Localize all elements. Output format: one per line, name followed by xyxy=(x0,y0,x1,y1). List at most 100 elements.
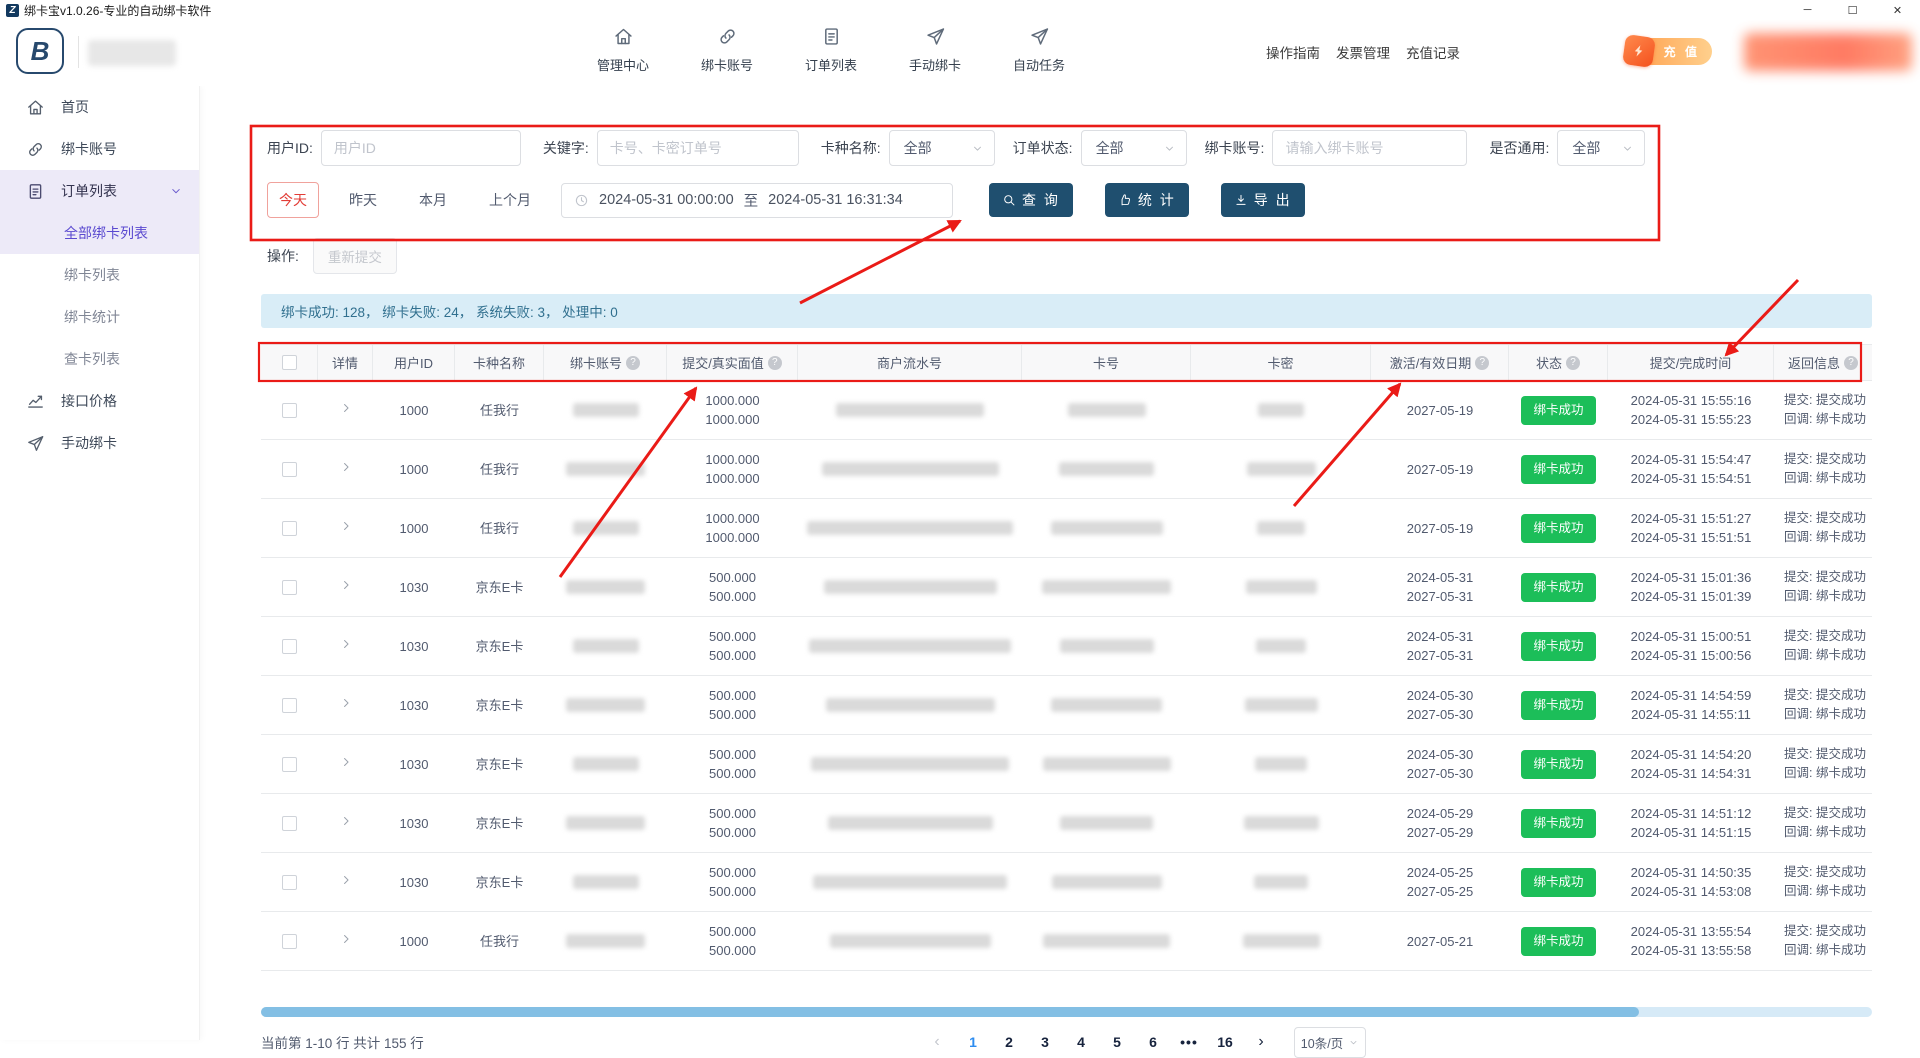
row-checkbox[interactable] xyxy=(282,521,297,536)
document-icon xyxy=(821,26,842,52)
chevron-right-icon[interactable] xyxy=(339,755,353,774)
scrollbar-thumb[interactable] xyxy=(261,1007,1639,1017)
date-range-input[interactable]: 2024-05-31 00:00:00 至 2024-05-31 16:31:3… xyxy=(561,183,953,218)
next-page-button[interactable]: › xyxy=(1245,1026,1277,1058)
sidebar-item-2[interactable]: 绑卡账号 xyxy=(0,128,199,170)
status-badge[interactable]: 绑卡成功 xyxy=(1521,632,1595,661)
cell-bind-account-masked xyxy=(566,580,645,594)
row-checkbox[interactable] xyxy=(282,875,297,890)
status-badge[interactable]: 绑卡成功 xyxy=(1521,691,1595,720)
minimize-button[interactable]: ─ xyxy=(1785,0,1830,20)
row-checkbox[interactable] xyxy=(282,934,297,949)
page-button-1[interactable]: 1 xyxy=(957,1026,989,1058)
status-badge[interactable]: 绑卡成功 xyxy=(1521,396,1595,425)
card-type-select[interactable]: 全部 xyxy=(889,130,995,166)
bind-account-input[interactable] xyxy=(1272,130,1467,166)
page-button-3[interactable]: 3 xyxy=(1029,1026,1061,1058)
maximize-button[interactable]: ☐ xyxy=(1830,0,1875,20)
chevron-right-icon[interactable] xyxy=(339,637,353,656)
cell-face-value: 1000.0001000.000 xyxy=(667,440,798,498)
date-start: 2024-05-31 00:00:00 xyxy=(599,192,734,208)
row-checkbox[interactable] xyxy=(282,816,297,831)
cell-card-no-masked xyxy=(1042,580,1171,594)
cell-result: 提交: 提交成功回调: 绑卡成功 xyxy=(1774,794,1872,852)
help-icon[interactable]: ? xyxy=(1475,356,1489,370)
status-badge[interactable]: 绑卡成功 xyxy=(1521,514,1595,543)
sidebar-subitem-4[interactable]: 查卡列表 xyxy=(0,338,199,380)
status-badge[interactable]: 绑卡成功 xyxy=(1521,573,1595,602)
row-checkbox[interactable] xyxy=(282,698,297,713)
row-checkbox[interactable] xyxy=(282,462,297,477)
row-checkbox[interactable] xyxy=(282,757,297,772)
table-header: 详情用户ID卡种名称绑卡账号?提交/真实面值?商户流水号卡号卡密激活/有效日期?… xyxy=(261,344,1872,381)
header-link-1[interactable]: 操作指南 xyxy=(1266,42,1320,62)
chevron-right-icon[interactable] xyxy=(339,696,353,715)
status-badge[interactable]: 绑卡成功 xyxy=(1521,455,1595,484)
page-button-4[interactable]: 4 xyxy=(1065,1026,1097,1058)
cell-merchant-no-masked xyxy=(826,698,995,712)
nav-item-4[interactable]: 手动绑卡 xyxy=(904,26,966,74)
quick-date-4[interactable]: 上个月 xyxy=(477,182,543,218)
page-button-6[interactable]: 6 xyxy=(1137,1026,1169,1058)
quick-date-1[interactable]: 今天 xyxy=(267,182,319,218)
help-icon[interactable]: ? xyxy=(1844,356,1858,370)
user-id-input[interactable] xyxy=(321,130,521,166)
export-button[interactable]: 导 出 xyxy=(1221,183,1305,217)
close-button[interactable]: ✕ xyxy=(1875,0,1920,20)
row-checkbox[interactable] xyxy=(282,639,297,654)
header-link-2[interactable]: 发票管理 xyxy=(1336,42,1390,62)
nav-item-3[interactable]: 订单列表 xyxy=(800,26,862,74)
date-bar: 今天昨天本月上个月 2024-05-31 00:00:00 至 2024-05-… xyxy=(267,183,1337,217)
header-link-3[interactable]: 充值记录 xyxy=(1406,42,1460,62)
page-size-select[interactable]: 10条/页 xyxy=(1294,1027,1366,1058)
cell-card-no-masked xyxy=(1068,403,1146,417)
quick-date-2[interactable]: 昨天 xyxy=(337,182,389,218)
page-button-5[interactable]: 5 xyxy=(1101,1026,1133,1058)
sidebar-item-1[interactable]: 首页 xyxy=(0,86,199,128)
status-badge[interactable]: 绑卡成功 xyxy=(1521,750,1595,779)
column-header-3: 用户ID xyxy=(373,345,455,380)
page-button-16[interactable]: 16 xyxy=(1209,1026,1241,1058)
keyword-input[interactable] xyxy=(597,130,799,166)
chevron-right-icon[interactable] xyxy=(339,401,353,420)
top-nav: 管理中心绑卡账号订单列表手动绑卡自动任务 xyxy=(592,26,1070,74)
chevron-right-icon[interactable] xyxy=(339,814,353,833)
resubmit-button[interactable]: 重新提交 xyxy=(313,238,397,274)
nav-item-2[interactable]: 绑卡账号 xyxy=(696,26,758,74)
help-icon[interactable]: ? xyxy=(768,356,782,370)
status-badge[interactable]: 绑卡成功 xyxy=(1521,868,1595,897)
chevron-right-icon[interactable] xyxy=(339,578,353,597)
help-icon[interactable]: ? xyxy=(626,356,640,370)
chevron-right-icon[interactable] xyxy=(339,873,353,892)
page-button-2[interactable]: 2 xyxy=(993,1026,1025,1058)
cell-merchant-no-masked xyxy=(828,816,993,830)
column-header-1 xyxy=(261,345,318,380)
nav-item-1[interactable]: 管理中心 xyxy=(592,26,654,74)
cell-merchant-no-masked xyxy=(824,580,997,594)
sidebar-subitem-1[interactable]: 全部绑卡列表 xyxy=(0,212,199,254)
quick-date-3[interactable]: 本月 xyxy=(407,182,459,218)
status-badge[interactable]: 绑卡成功 xyxy=(1521,809,1595,838)
chevron-right-icon[interactable] xyxy=(339,932,353,951)
order-status-label: 订单状态: xyxy=(1013,138,1073,158)
help-icon[interactable]: ? xyxy=(1566,356,1580,370)
sidebar-item-4[interactable]: 接口价格 xyxy=(0,380,199,422)
row-checkbox[interactable] xyxy=(282,403,297,418)
promo-button-blurred[interactable] xyxy=(1744,33,1912,71)
prev-page-button[interactable]: ‹ xyxy=(921,1026,953,1058)
query-button[interactable]: 查 询 xyxy=(989,183,1073,217)
row-checkbox[interactable] xyxy=(282,580,297,595)
status-badge[interactable]: 绑卡成功 xyxy=(1521,927,1595,956)
recharge-button[interactable]: 充 值 xyxy=(1634,38,1712,65)
stats-button[interactable]: 统 计 xyxy=(1105,183,1189,217)
sidebar-item-3[interactable]: 订单列表 xyxy=(0,170,199,212)
is-common-select[interactable]: 全部 xyxy=(1557,130,1645,166)
chevron-right-icon[interactable] xyxy=(339,460,353,479)
sidebar-subitem-2[interactable]: 绑卡列表 xyxy=(0,254,199,296)
nav-item-5[interactable]: 自动任务 xyxy=(1008,26,1070,74)
sidebar-item-5[interactable]: 手动绑卡 xyxy=(0,422,199,464)
sidebar-subitem-3[interactable]: 绑卡统计 xyxy=(0,296,199,338)
select-all-checkbox[interactable] xyxy=(282,355,297,370)
order-status-select[interactable]: 全部 xyxy=(1081,130,1187,166)
chevron-right-icon[interactable] xyxy=(339,519,353,538)
